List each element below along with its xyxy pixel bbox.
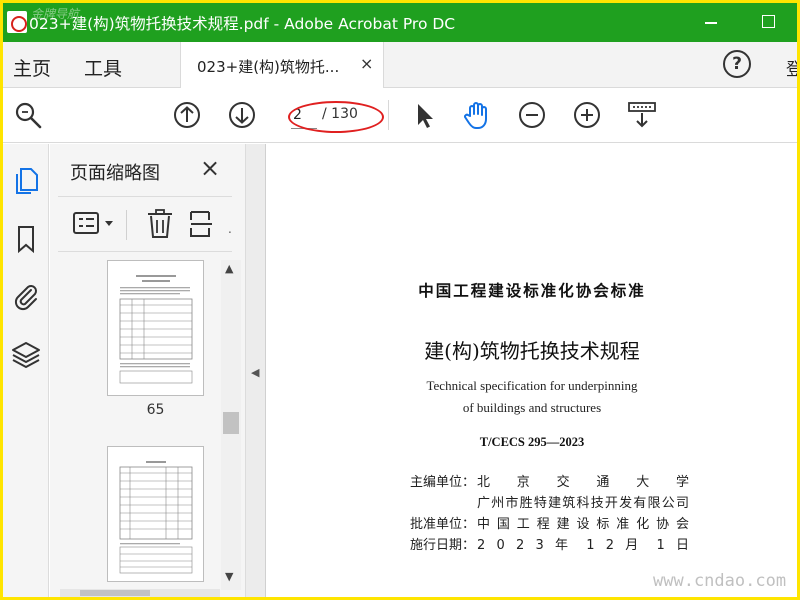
thumbnail-page-label: 65 — [146, 402, 165, 418]
toolbar: / 130 — [3, 88, 797, 143]
navigation-rail — [3, 144, 49, 597]
sign-in-button[interactable]: 登 — [786, 55, 797, 80]
delete-page-icon[interactable] — [146, 208, 174, 240]
search-zoom-icon[interactable] — [13, 100, 43, 130]
acrobat-app-icon — [7, 11, 27, 33]
page-thumbnail[interactable] — [107, 260, 204, 396]
page-thumbnail[interactable] — [107, 446, 204, 582]
document-title-en-line1: Technical specification for underpinning — [426, 378, 638, 393]
scrollbar-thumb[interactable] — [223, 412, 239, 434]
thumbnail-content — [119, 275, 193, 384]
info-label: 批准单位： — [410, 517, 476, 532]
title-bar: 金牌导航 023+建(构)筑物托换技术规程.pdf - Adobe Acroba… — [3, 3, 797, 42]
zoom-out-icon[interactable] — [517, 100, 547, 130]
horizontal-scrollbar-thumb[interactable] — [80, 590, 150, 596]
tools-menu[interactable]: 工具 — [84, 54, 122, 81]
document-tab-label: 023+建(构)筑物托... — [197, 58, 340, 76]
scroll-up-icon[interactable]: ▲ — [225, 262, 233, 275]
page-down-icon[interactable] — [227, 100, 257, 130]
scroll-down-icon[interactable]: ▼ — [225, 570, 233, 583]
select-cursor-icon[interactable] — [409, 100, 439, 130]
thumbnail-horizontal-scrollbar[interactable] — [60, 589, 220, 597]
info-label: 主编单位： — [410, 475, 476, 490]
layers-icon[interactable] — [11, 340, 41, 370]
info-value: 广州市胜特建筑科技开发有限公司 — [477, 496, 689, 511]
page-number-highlight-annotation — [288, 101, 384, 133]
bookmark-icon[interactable] — [11, 224, 41, 254]
page-thumbnails-panel: 页面缩略图 × . 65 ▲ ▼ — [50, 144, 246, 597]
close-tab-icon[interactable]: × — [360, 54, 373, 73]
info-value: 中国工程建设标准化协会 — [477, 517, 689, 532]
minimize-button[interactable] — [696, 9, 726, 35]
thumbnail-content — [119, 461, 193, 574]
home-menu[interactable]: 主页 — [13, 54, 51, 81]
panel-title: 页面缩略图 — [70, 163, 160, 184]
pages-icon[interactable] — [11, 166, 41, 196]
standard-code: T/CECS 295—2023 — [479, 435, 585, 449]
extract-page-icon[interactable] — [188, 208, 218, 240]
tab-bar: 主页 工具 023+建(构)筑物托... × ? 登 — [3, 42, 797, 88]
attachment-icon[interactable] — [11, 281, 41, 311]
panel-toolbar-separator — [126, 210, 127, 240]
document-tab[interactable]: 023+建(构)筑物托... × — [180, 42, 384, 88]
thumbnail-scrollbar[interactable]: ▲ ▼ — [221, 260, 241, 590]
maximize-button[interactable] — [753, 9, 783, 35]
scroll-mode-icon[interactable] — [627, 100, 657, 130]
close-panel-icon[interactable]: × — [200, 154, 220, 182]
info-label: 施行日期： — [410, 538, 476, 553]
panel-toolbar-divider — [58, 251, 232, 252]
window-title: 023+建(构)筑物托换技术规程.pdf - Adobe Acrobat Pro… — [29, 15, 456, 33]
info-value: 2 0 2 3 年 1 2 月 1 日 — [477, 538, 689, 553]
standard-org-heading: 中国工程建设标准化协会标准 — [418, 282, 646, 300]
document-title-cn: 建(构)筑物托换技术规程 — [424, 339, 640, 363]
bottom-watermark: www.cndao.com — [653, 571, 787, 591]
thumbnail-options-icon[interactable] — [72, 208, 118, 240]
app-window: 金牌导航 023+建(构)筑物托换技术规程.pdf - Adobe Acroba… — [3, 3, 797, 597]
info-value: 北 京 交 通 大 学 — [477, 475, 689, 490]
panel-more-indicator: . — [228, 222, 232, 236]
hand-tool-icon[interactable] — [462, 100, 492, 130]
panel-divider — [58, 196, 232, 197]
document-title-en-line2: of buildings and structures — [462, 400, 602, 415]
zoom-in-icon[interactable] — [572, 100, 602, 130]
help-icon[interactable]: ? — [723, 50, 751, 78]
page-up-icon[interactable] — [172, 100, 202, 130]
collapse-arrow-icon[interactable]: ◀ — [251, 366, 259, 379]
document-page: 中国工程建设标准化协会标准 建(构)筑物托换技术规程 Technical spe… — [267, 144, 797, 597]
toolbar-separator — [388, 100, 389, 130]
panel-collapse-strip[interactable]: ◀ — [246, 144, 266, 597]
